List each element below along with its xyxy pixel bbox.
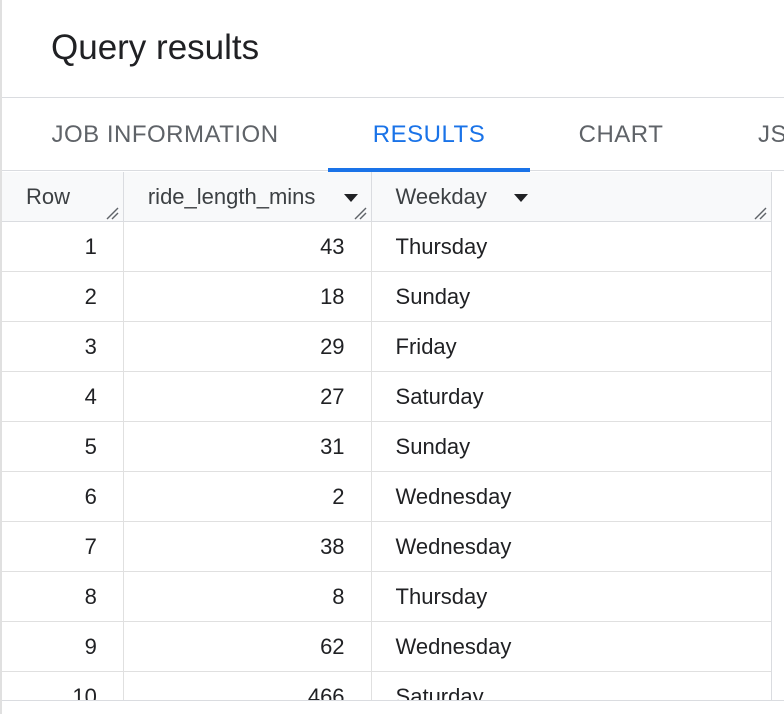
ride-length-cell: 29	[124, 322, 372, 372]
table-row: 3 29 Friday	[2, 322, 771, 372]
row-number-cell: 4	[2, 372, 124, 422]
weekday-cell: Sunday	[395, 434, 471, 459]
sort-dropdown-icon[interactable]	[343, 194, 358, 202]
results-table: Row ride_length_mins Weekday 1 43 Thursd…	[2, 172, 772, 714]
row-number-cell: 6	[2, 472, 124, 522]
table-row: 4 27 Saturday	[2, 372, 771, 422]
ride-length-cell: 62	[124, 622, 372, 672]
weekday-cell: Wednesday	[395, 634, 512, 659]
tab-results[interactable]: RESULTS	[328, 98, 530, 172]
query-results-panel: Query results JOB INFORMATION RESULTS CH…	[0, 0, 784, 714]
row-number-cell: 5	[2, 422, 124, 472]
column-resize-handle-icon[interactable]	[105, 206, 119, 220]
ride-length-cell: 8	[124, 572, 372, 622]
weekday-cell: Friday	[395, 334, 457, 359]
table-row: 7 38 Wednesday	[2, 522, 771, 572]
tab-job-information[interactable]: JOB INFORMATION	[2, 98, 328, 171]
ride-length-cell: 2	[124, 472, 372, 522]
ride-length-cell: 31	[124, 422, 372, 472]
table-header: Row ride_length_mins Weekday	[2, 172, 771, 222]
column-header-label: Weekday	[395, 184, 487, 209]
table-row: 6 2 Wednesday	[2, 472, 771, 522]
table-row: 1 43 Thursday	[2, 222, 771, 272]
weekday-cell: Saturday	[395, 384, 484, 409]
column-header-ride-length-mins[interactable]: ride_length_mins	[124, 172, 372, 222]
column-header-label: ride_length_mins	[147, 184, 316, 209]
results-tabs: JOB INFORMATION RESULTS CHART JS	[2, 98, 784, 172]
weekday-cell: Thursday	[395, 234, 488, 259]
weekday-cell: Wednesday	[395, 484, 512, 509]
column-resize-handle-icon[interactable]	[353, 206, 367, 220]
ride-length-cell: 18	[124, 272, 372, 322]
tab-json[interactable]: JS	[740, 98, 784, 171]
weekday-cell: Wednesday	[395, 534, 512, 559]
row-number-cell: 1	[2, 222, 124, 272]
table-row: 2 18 Sunday	[2, 272, 771, 322]
weekday-cell: Sunday	[395, 284, 471, 309]
sort-dropdown-icon[interactable]	[513, 194, 528, 202]
ride-length-cell: 38	[124, 522, 372, 572]
page-title: Query results	[51, 28, 260, 67]
column-resize-handle-icon[interactable]	[753, 206, 767, 220]
row-number-cell: 9	[2, 622, 124, 672]
row-number-cell: 8	[2, 572, 124, 622]
tab-chart[interactable]: CHART	[530, 98, 712, 171]
table-body: 1 43 Thursday 2 18 Sunday 3 29 Friday 4 …	[2, 222, 771, 714]
row-number-cell: 3	[2, 322, 124, 372]
ride-length-cell: 27	[124, 372, 372, 422]
table-row: 9 62 Wednesday	[2, 622, 771, 672]
ride-length-cell: 43	[124, 222, 372, 272]
column-header-row: Row	[2, 172, 124, 222]
row-number-cell: 7	[2, 522, 124, 572]
row-number-cell: 2	[2, 272, 124, 322]
column-header-label: Row	[26, 184, 71, 209]
column-header-weekday[interactable]: Weekday	[372, 172, 771, 222]
title-bar: Query results	[2, 0, 784, 98]
weekday-cell: Thursday	[395, 584, 488, 609]
table-row: 5 31 Sunday	[2, 422, 771, 472]
table-row: 8 8 Thursday	[2, 572, 771, 622]
horizontal-scrollbar[interactable]	[2, 700, 784, 714]
